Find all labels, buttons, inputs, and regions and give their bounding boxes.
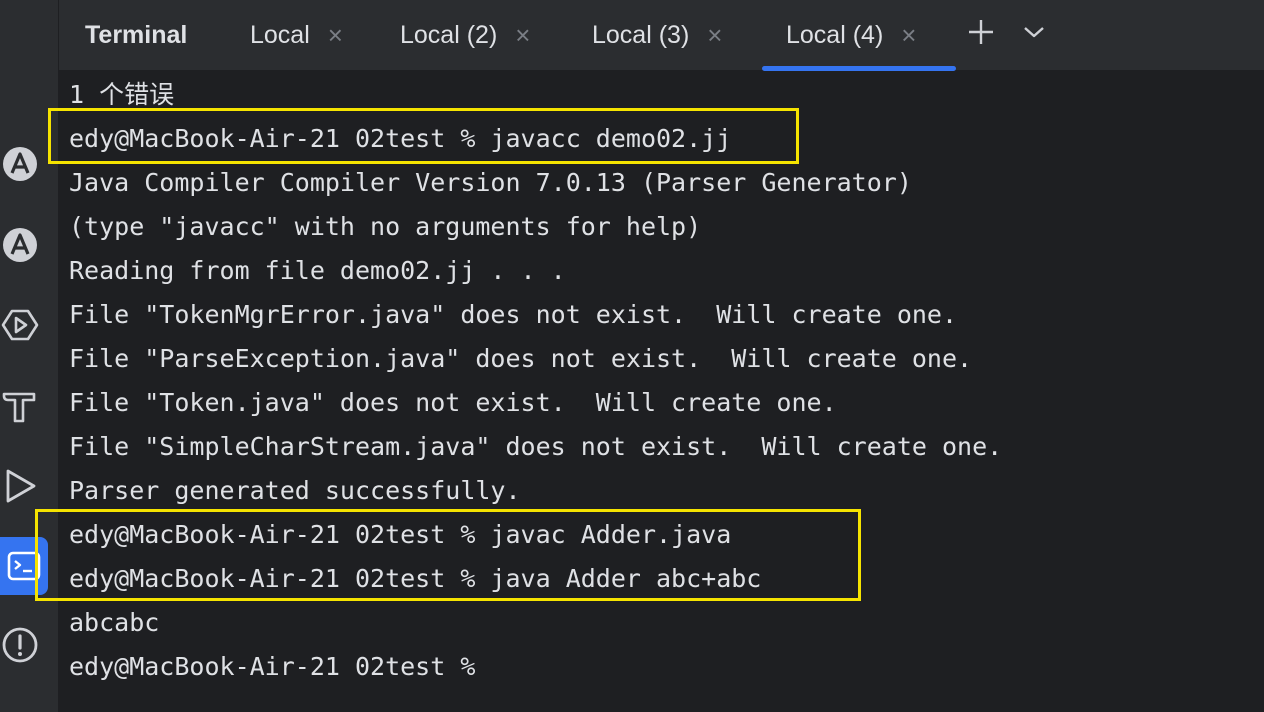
problems-icon[interactable] (0, 625, 40, 665)
terminal-line: File "SimpleCharStream.java" does not ex… (69, 432, 1003, 461)
tab-local[interactable]: Local × (250, 0, 343, 70)
terminal-tab-bar: Terminal Local × Local (2) × Local (3) ×… (59, 0, 1264, 71)
terminal-prompt: edy@MacBook-Air-21 02test % (69, 652, 476, 681)
close-icon[interactable]: × (328, 22, 343, 48)
tab-local-2[interactable]: Local (2) × (400, 0, 530, 70)
ide-window: Terminal Local × Local (2) × Local (3) ×… (0, 0, 1264, 712)
terminal-line: abcabc (69, 608, 160, 637)
terminal-line: File "TokenMgrError.java" does not exist… (69, 300, 958, 329)
tab-local-4[interactable]: Local (4) × (786, 0, 916, 70)
chevron-down-icon (1024, 27, 1044, 38)
build-hammer-icon[interactable] (0, 385, 40, 425)
tab-label: Local (3) (592, 20, 690, 49)
terminal-line: Reading from file demo02.jj . . . (69, 256, 566, 285)
android-icon[interactable] (0, 144, 40, 184)
new-tab-button[interactable] (961, 12, 1001, 52)
tab-label: Local (4) (786, 20, 884, 49)
tab-label: Local (2) (400, 20, 498, 49)
terminal-line: Parser generated successfully. (69, 476, 521, 505)
terminal-line: File "Token.java" does not exist. Will c… (69, 388, 837, 417)
close-icon[interactable]: × (707, 22, 722, 48)
android-icon[interactable] (0, 225, 40, 265)
tab-local-3[interactable]: Local (3) × (592, 0, 722, 70)
terminal-line: (type "javacc" with no arguments for hel… (69, 212, 702, 241)
close-icon[interactable]: × (901, 22, 916, 48)
highlight-box (35, 509, 861, 601)
terminal-line: File "ParseException.java" does not exis… (69, 344, 973, 373)
tabs-menu-button[interactable] (1014, 12, 1054, 52)
tool-window-strip (0, 0, 59, 712)
close-icon[interactable]: × (515, 22, 530, 48)
highlight-box (48, 108, 799, 164)
terminal-output[interactable]: 1 个错误 edy@MacBook-Air-21 02test % javacc… (35, 71, 1264, 712)
plus-icon (969, 20, 993, 44)
terminal-title: Terminal (85, 20, 188, 49)
run-widget-icon[interactable] (0, 305, 40, 345)
tab-label: Local (250, 20, 310, 49)
terminal-line: Java Compiler Compiler Version 7.0.13 (P… (69, 168, 912, 197)
run-play-icon[interactable] (0, 466, 40, 506)
tool-window-title: Terminal (85, 0, 187, 70)
